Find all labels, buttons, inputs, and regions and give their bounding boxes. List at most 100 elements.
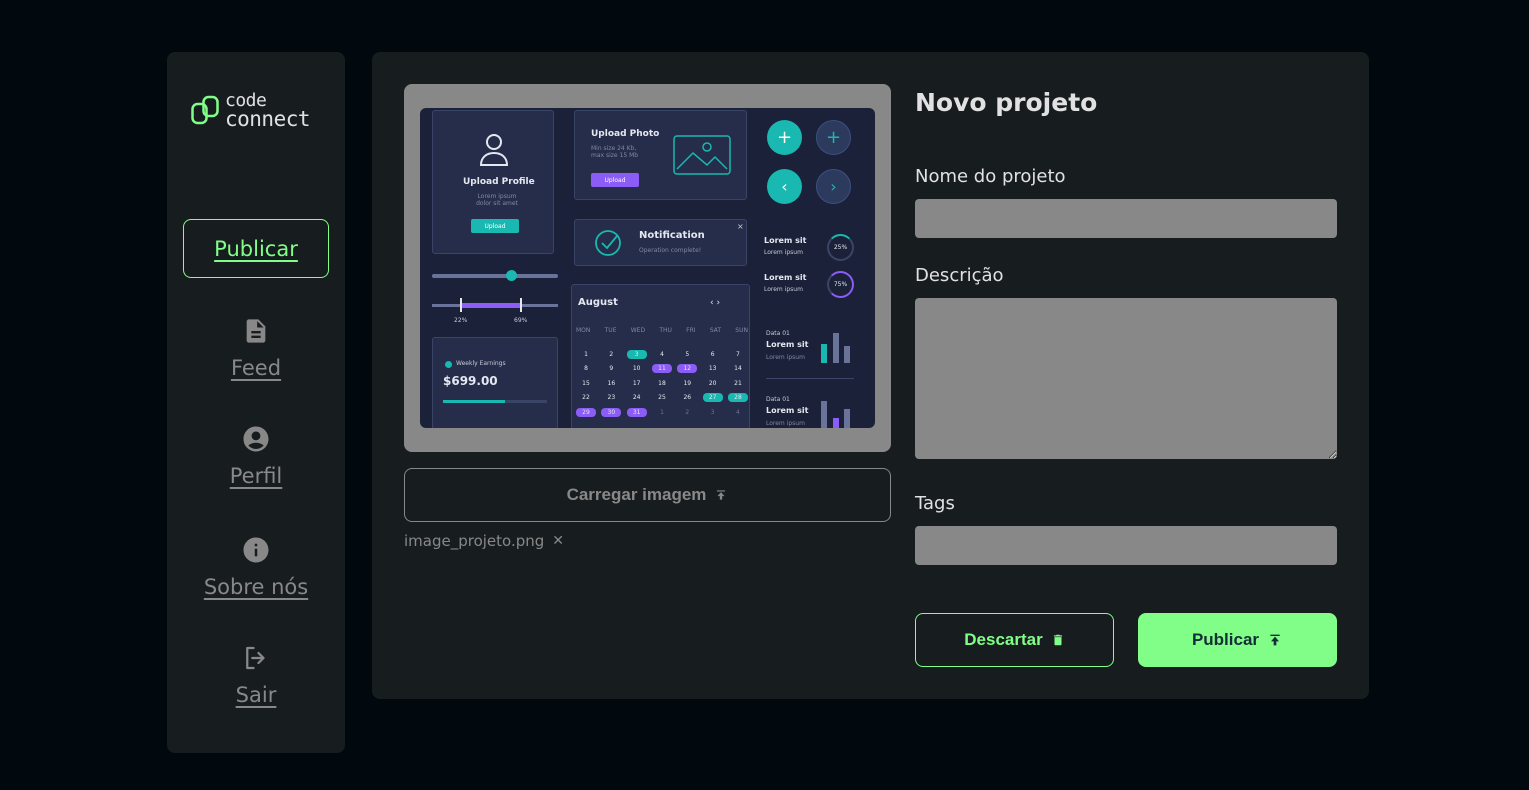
mock-lorem-sub: Lorem ipsum: [766, 420, 805, 427]
remove-file-icon[interactable]: ✕: [552, 533, 564, 549]
mock-calendar-grid: 1 2 3 4 5 6 7 8 9 10 11 12 13 14 15 16 17 18 19 20 21 22 23 24 2…: [576, 347, 748, 420]
mock-earnings-value: $699.00: [443, 374, 498, 388]
mock-lorem-title: Lorem sit: [766, 406, 809, 415]
mock-calendar-day: 8: [584, 365, 588, 373]
trash-icon: [1053, 634, 1062, 646]
mock-progress-25: 25%: [827, 234, 854, 261]
description-label: Descrição: [915, 265, 1004, 286]
mock-notification-card: Notification Operation complete! ×: [574, 219, 747, 266]
mock-calendar-row: 1 2 3 4 5 6 7: [576, 347, 748, 362]
mock-lorem-sub: Lorem ipsum: [764, 249, 803, 256]
mock-upload-photo-sub: Min size 24 Kb, max size 15 Mb: [591, 145, 639, 159]
mock-data-label: Data 01: [766, 330, 790, 337]
mock-slider-2: [432, 298, 558, 312]
logout-icon: [241, 643, 271, 673]
mock-calendar-day: 16: [607, 379, 616, 387]
mock-chevron-left-icon: ‹: [767, 169, 802, 204]
mock-slider-1: [432, 270, 558, 281]
mock-calendar-day: 12: [677, 364, 698, 374]
mock-upload-profile-title: Upload Profile: [463, 177, 535, 187]
mock-bar: [844, 346, 850, 363]
mock-plus-outline-icon: +: [816, 120, 851, 155]
sidebar-item-sair[interactable]: Sair: [167, 643, 345, 707]
mock-lorem-title: Lorem sit: [766, 340, 809, 349]
publish-button[interactable]: Publicar: [1138, 613, 1337, 667]
mock-calendar-day: 19: [683, 379, 692, 387]
mock-calendar-day: 4: [736, 408, 740, 416]
mock-lorem-sub: Lorem ipsum: [764, 286, 803, 293]
sidebar-item-label: Sair: [235, 683, 277, 707]
mock-calendar-month: August: [578, 297, 618, 308]
project-name-label: Nome do projeto: [915, 166, 1066, 187]
mock-plus-icon: +: [767, 120, 802, 155]
mock-calendar-day: 31: [626, 407, 647, 417]
mock-calendar-day: 29: [576, 407, 596, 417]
mock-calendar-day: 1: [584, 350, 588, 358]
mock-calendar-nav: ‹ ›: [710, 298, 721, 308]
description-textarea[interactable]: [915, 298, 1337, 459]
discard-label: Descartar: [964, 630, 1043, 649]
mock-slider-left: 22%: [454, 317, 468, 324]
tags-input[interactable]: [915, 526, 1337, 565]
mock-calendar-day: 6: [710, 350, 715, 358]
mock-lorem-sub: Lorem ipsum: [766, 354, 805, 361]
image-icon: [673, 135, 731, 175]
mock-data-label: Data 01: [766, 396, 790, 403]
mock-weekday: THU: [659, 327, 672, 334]
mock-earnings-label: Weekly Earnings: [456, 360, 506, 367]
mock-weekday: WED: [630, 327, 646, 334]
upload-image-label: Carregar imagem: [566, 485, 707, 504]
upload-icon: [717, 490, 726, 500]
mock-calendar-day: 18: [658, 379, 666, 387]
main-panel: Upload Profile Lorem ipsum dolor sit ame…: [372, 52, 1369, 699]
mock-calendar-row: 15 16 17 18 19 20 21: [576, 376, 748, 391]
mock-calendar-day: 28: [727, 393, 748, 403]
mock-calendar-day: 23: [607, 394, 616, 402]
sidebar-item-label: Perfil: [229, 464, 283, 488]
mock-calendar-day: 30: [601, 407, 622, 417]
sidebar: code connect Publicar Feed Perfil Sobre …: [167, 52, 345, 753]
mock-bar: [821, 401, 827, 428]
mock-upload-button: Upload: [471, 219, 519, 233]
mock-calendar-day: 9: [609, 365, 614, 373]
sidebar-item-perfil[interactable]: Perfil: [167, 424, 345, 488]
mock-weekday: SUN: [735, 327, 748, 334]
mock-calendar-day: 1: [660, 408, 664, 416]
mock-weekday: FRI: [686, 327, 696, 334]
user-icon: [479, 134, 509, 166]
mock-slider-right: 69%: [514, 317, 528, 324]
publish-icon: [1270, 634, 1280, 646]
mock-chevron-right-icon: ›: [816, 169, 851, 204]
logo: code connect: [191, 92, 311, 131]
mock-upload-photo-title: Upload Photo: [591, 129, 660, 139]
mock-notification-title: Notification: [639, 230, 705, 241]
project-image-preview: Upload Profile Lorem ipsum dolor sit ame…: [420, 108, 875, 428]
discard-button[interactable]: Descartar: [915, 613, 1114, 667]
logo-text-line2: connect: [225, 107, 311, 131]
info-icon: [241, 535, 271, 565]
mock-upload-profile-sub: Lorem ipsum dolor sit amet: [476, 193, 518, 207]
mock-calendar-day: 22: [582, 394, 590, 402]
mock-calendar-day: 15: [582, 379, 590, 387]
image-preview-frame: Upload Profile Lorem ipsum dolor sit ame…: [404, 84, 891, 452]
sidebar-item-sobre-nos[interactable]: Sobre nós: [167, 535, 345, 599]
upload-image-button[interactable]: Carregar imagem: [404, 468, 891, 522]
mock-calendar-day: 2: [609, 350, 614, 358]
mock-calendar-day: 26: [683, 394, 692, 402]
mock-bar: [833, 418, 839, 428]
sidebar-publish-button[interactable]: Publicar: [183, 219, 329, 278]
project-name-input[interactable]: [915, 199, 1337, 238]
mock-calendar-day: 20: [708, 379, 717, 387]
mock-calendar-day: 21: [734, 379, 742, 387]
file-name: image_projeto.png: [404, 532, 545, 550]
mock-calendar-day: 13: [708, 365, 717, 373]
mock-calendar-day: 11: [651, 364, 672, 374]
mock-calendar-day: 2: [685, 408, 690, 416]
mock-weekday: TUE: [604, 327, 617, 334]
mock-calendar-day: 5: [685, 350, 690, 358]
mock-bar: [833, 333, 839, 363]
sidebar-item-feed[interactable]: Feed: [167, 316, 345, 380]
mock-calendar-card: August ‹ › MON TUE WED THU FRI SAT SUN 1…: [571, 284, 750, 428]
mock-close-icon: ×: [737, 222, 744, 231]
mock-weekday: MON: [576, 327, 591, 334]
